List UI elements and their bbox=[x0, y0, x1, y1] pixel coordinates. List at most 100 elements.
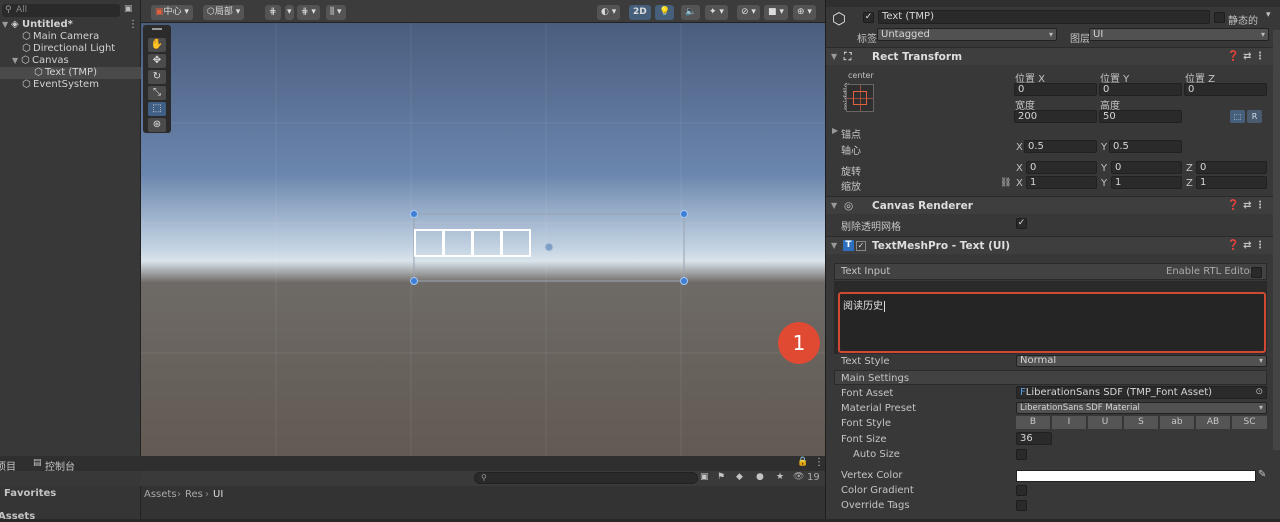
text-input-field[interactable]: 阅读历史 bbox=[838, 292, 1266, 353]
lowercase-button[interactable]: ab bbox=[1160, 416, 1195, 429]
fold-arrow-icon[interactable]: ▼ bbox=[831, 48, 837, 66]
rect-transform-gizmo[interactable] bbox=[141, 0, 825, 456]
object-picker-icon[interactable]: ⊙ bbox=[1255, 387, 1263, 398]
uppercase-button[interactable]: AB bbox=[1196, 416, 1231, 429]
snap-increment-button[interactable]: ⋕ ▾ bbox=[297, 5, 320, 20]
grid-snap-dropdown[interactable]: ▾ bbox=[285, 5, 294, 20]
strikethrough-button[interactable]: S bbox=[1124, 416, 1159, 429]
hidden-objects-icon[interactable]: ⊘ ▾ bbox=[737, 5, 760, 20]
pivot-handle[interactable] bbox=[544, 242, 554, 252]
rotation-y-field[interactable]: 0 bbox=[1111, 161, 1182, 174]
fold-arrow-icon[interactable]: ▼ bbox=[831, 197, 837, 215]
move-tool-icon[interactable]: ✥ bbox=[148, 54, 166, 68]
pivot-y-field[interactable]: 0.5 bbox=[1109, 140, 1182, 153]
anchor-presets-button[interactable] bbox=[846, 84, 874, 112]
color-gradient-checkbox[interactable] bbox=[1016, 485, 1027, 496]
align-button[interactable]: ⫼ ▾ bbox=[326, 5, 346, 20]
favorites-label[interactable]: Favorites bbox=[4, 488, 56, 499]
component-enabled-checkbox[interactable]: ✓ bbox=[856, 241, 866, 251]
warning-icon[interactable]: ● bbox=[756, 472, 764, 482]
gizmos-icon[interactable]: ⊕ ▾ bbox=[793, 5, 816, 20]
material-preset-dropdown[interactable]: LiberationSans SDF Material ▾ bbox=[1016, 402, 1267, 414]
component-tools-icons[interactable]: ❓ ⇄ ⋮ bbox=[1227, 197, 1265, 215]
transform-tool-icon[interactable]: ⊛ bbox=[148, 118, 166, 132]
raw-edit-button[interactable]: R bbox=[1247, 110, 1262, 123]
tree-item-scene[interactable]: ▼ ◈ Untitled* bbox=[2, 19, 73, 31]
object-name-field[interactable]: Text (TMP) bbox=[878, 10, 1210, 24]
cull-transparent-checkbox[interactable]: ✓ bbox=[1016, 218, 1027, 229]
tag-dropdown[interactable]: Untagged ▾ bbox=[877, 28, 1057, 41]
search-by-type-icon[interactable]: ▣ bbox=[700, 472, 709, 482]
text-style-dropdown[interactable]: Normal ▾ bbox=[1016, 355, 1267, 367]
pos-y-field[interactable]: 0 bbox=[1099, 83, 1182, 96]
rotation-x-field[interactable]: 0 bbox=[1026, 161, 1097, 174]
vertex-color-swatch[interactable] bbox=[1016, 470, 1256, 482]
breadcrumb-assets[interactable]: Assets bbox=[144, 489, 177, 500]
pos-x-field[interactable]: 0 bbox=[1014, 83, 1097, 96]
audio-toggle-icon[interactable]: 🔈 bbox=[681, 5, 701, 20]
console-tab[interactable]: 控制台 bbox=[45, 458, 75, 473]
component-tools-icons[interactable]: ❓ ⇄ ⋮ bbox=[1227, 48, 1265, 66]
override-tags-checkbox[interactable] bbox=[1016, 500, 1027, 511]
font-asset-field[interactable]: FLiberationSans SDF (TMP_Font Asset) ⊙ bbox=[1016, 386, 1267, 399]
scale-x-field[interactable]: 1 bbox=[1026, 176, 1097, 189]
textmeshpro-header[interactable]: ▼ T ✓ TextMeshPro - Text (UI) ❓ ⇄ ⋮ bbox=[826, 236, 1273, 254]
anchors-fold-arrow-icon[interactable]: ▶ bbox=[832, 126, 838, 135]
expand-arrow-icon[interactable]: ▼ bbox=[12, 55, 21, 67]
mode-2d-toggle[interactable]: 2D bbox=[629, 5, 651, 20]
lock-icon[interactable]: 🔒 bbox=[797, 457, 808, 467]
scene-menu-icon[interactable]: ⋮ bbox=[128, 19, 138, 30]
constrain-proportions-icon[interactable]: ⛓ bbox=[1000, 178, 1011, 188]
tree-item-directional-light[interactable]: ⬡ Directional Light bbox=[22, 43, 115, 55]
hierarchy-search-input[interactable]: ⚲ All bbox=[2, 4, 120, 17]
tree-item-main-camera[interactable]: ⬡ Main Camera bbox=[22, 31, 99, 43]
hidden-packages-icon[interactable]: 👁 bbox=[793, 472, 804, 482]
hierarchy-add-icon[interactable]: ▣ bbox=[124, 4, 133, 14]
rtl-editor-checkbox[interactable] bbox=[1251, 267, 1262, 278]
breadcrumb-ui[interactable]: UI bbox=[213, 489, 223, 500]
project-tab[interactable]: 项目 bbox=[0, 458, 16, 473]
inspector-scrollbar[interactable] bbox=[1273, 30, 1280, 450]
italic-button[interactable]: I bbox=[1052, 416, 1087, 429]
scale-tool-icon[interactable]: ⤡ bbox=[148, 86, 166, 100]
search-by-label-icon[interactable]: ⚑ bbox=[717, 472, 725, 482]
assets-label[interactable]: Assets bbox=[0, 511, 35, 522]
camera-settings-icon[interactable]: ■ ▾ bbox=[764, 5, 788, 20]
grid-snap-toggle[interactable]: ⋕ bbox=[265, 5, 281, 20]
tag-icon[interactable]: ◆ bbox=[736, 472, 743, 482]
height-field[interactable]: 50 bbox=[1099, 110, 1182, 123]
anchors-label[interactable]: 锚点 bbox=[841, 126, 861, 141]
breadcrumb-res[interactable]: Res bbox=[185, 489, 203, 500]
pivot-mode-dropdown[interactable]: ▣中心 ▾ bbox=[151, 5, 193, 20]
tree-item-canvas[interactable]: ▼ ⬡ Canvas bbox=[12, 55, 69, 67]
component-tools-icons[interactable]: ❓ ⇄ ⋮ bbox=[1227, 237, 1265, 255]
width-field[interactable]: 200 bbox=[1014, 110, 1097, 123]
panel-menu-icon[interactable]: ⋮ bbox=[814, 457, 824, 468]
hand-tool-icon[interactable]: ✋ bbox=[148, 38, 166, 52]
project-search-input[interactable]: ⚲ bbox=[474, 472, 698, 484]
layer-dropdown[interactable]: UI ▾ bbox=[1089, 28, 1269, 41]
bold-button[interactable]: B bbox=[1016, 416, 1051, 429]
underline-button[interactable]: U bbox=[1088, 416, 1123, 429]
rect-transform-header[interactable]: ▼ ⛶ Rect Transform ❓ ⇄ ⋮ bbox=[826, 47, 1273, 65]
space-mode-dropdown[interactable]: ⬡局部 ▾ bbox=[203, 5, 245, 20]
font-size-field[interactable]: 36 bbox=[1016, 432, 1052, 445]
blueprint-mode-icon[interactable]: ⬚ bbox=[1230, 110, 1245, 123]
lighting-toggle-icon[interactable]: 💡 bbox=[655, 5, 675, 20]
smallcaps-button[interactable]: SC bbox=[1232, 416, 1267, 429]
overlay-drag-handle[interactable] bbox=[152, 28, 162, 30]
effects-toggle-icon[interactable]: ✦ ▾ bbox=[705, 5, 728, 20]
tree-item-eventsystem[interactable]: ⬡ EventSystem bbox=[22, 79, 99, 91]
tree-item-text-tmp[interactable]: ⬡ Text (TMP) bbox=[0, 67, 141, 79]
active-checkbox[interactable]: ✓ bbox=[863, 12, 874, 23]
canvas-renderer-header[interactable]: ▼ ◎ Canvas Renderer ❓ ⇄ ⋮ bbox=[826, 196, 1273, 214]
auto-size-checkbox[interactable] bbox=[1016, 449, 1027, 460]
scene-view[interactable]: ✋ ✥ ↻ ⤡ ⬚ ⊛ 1 bbox=[141, 0, 825, 456]
scale-z-field[interactable]: 1 bbox=[1196, 176, 1267, 189]
fold-arrow-icon[interactable]: ▼ bbox=[831, 237, 837, 255]
rotate-tool-icon[interactable]: ↻ bbox=[148, 70, 166, 84]
scale-y-field[interactable]: 1 bbox=[1111, 176, 1182, 189]
expand-arrow-icon[interactable]: ▼ bbox=[2, 19, 11, 31]
rotation-z-field[interactable]: 0 bbox=[1196, 161, 1267, 174]
favorite-star-icon[interactable]: ★ bbox=[776, 472, 784, 482]
